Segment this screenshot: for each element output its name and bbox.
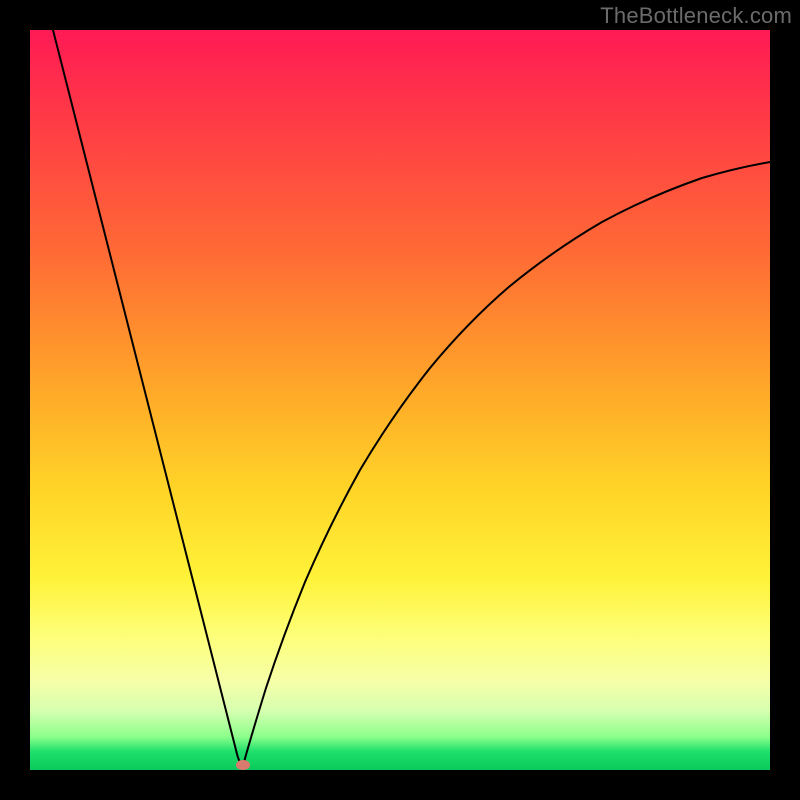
canvas: TheBottleneck.com: [0, 0, 800, 800]
minimum-marker: [236, 760, 250, 770]
plot-area: [30, 30, 770, 770]
curve-layer: [30, 30, 770, 770]
watermark-text: TheBottleneck.com: [600, 3, 792, 29]
bottleneck-curve: [53, 30, 770, 764]
